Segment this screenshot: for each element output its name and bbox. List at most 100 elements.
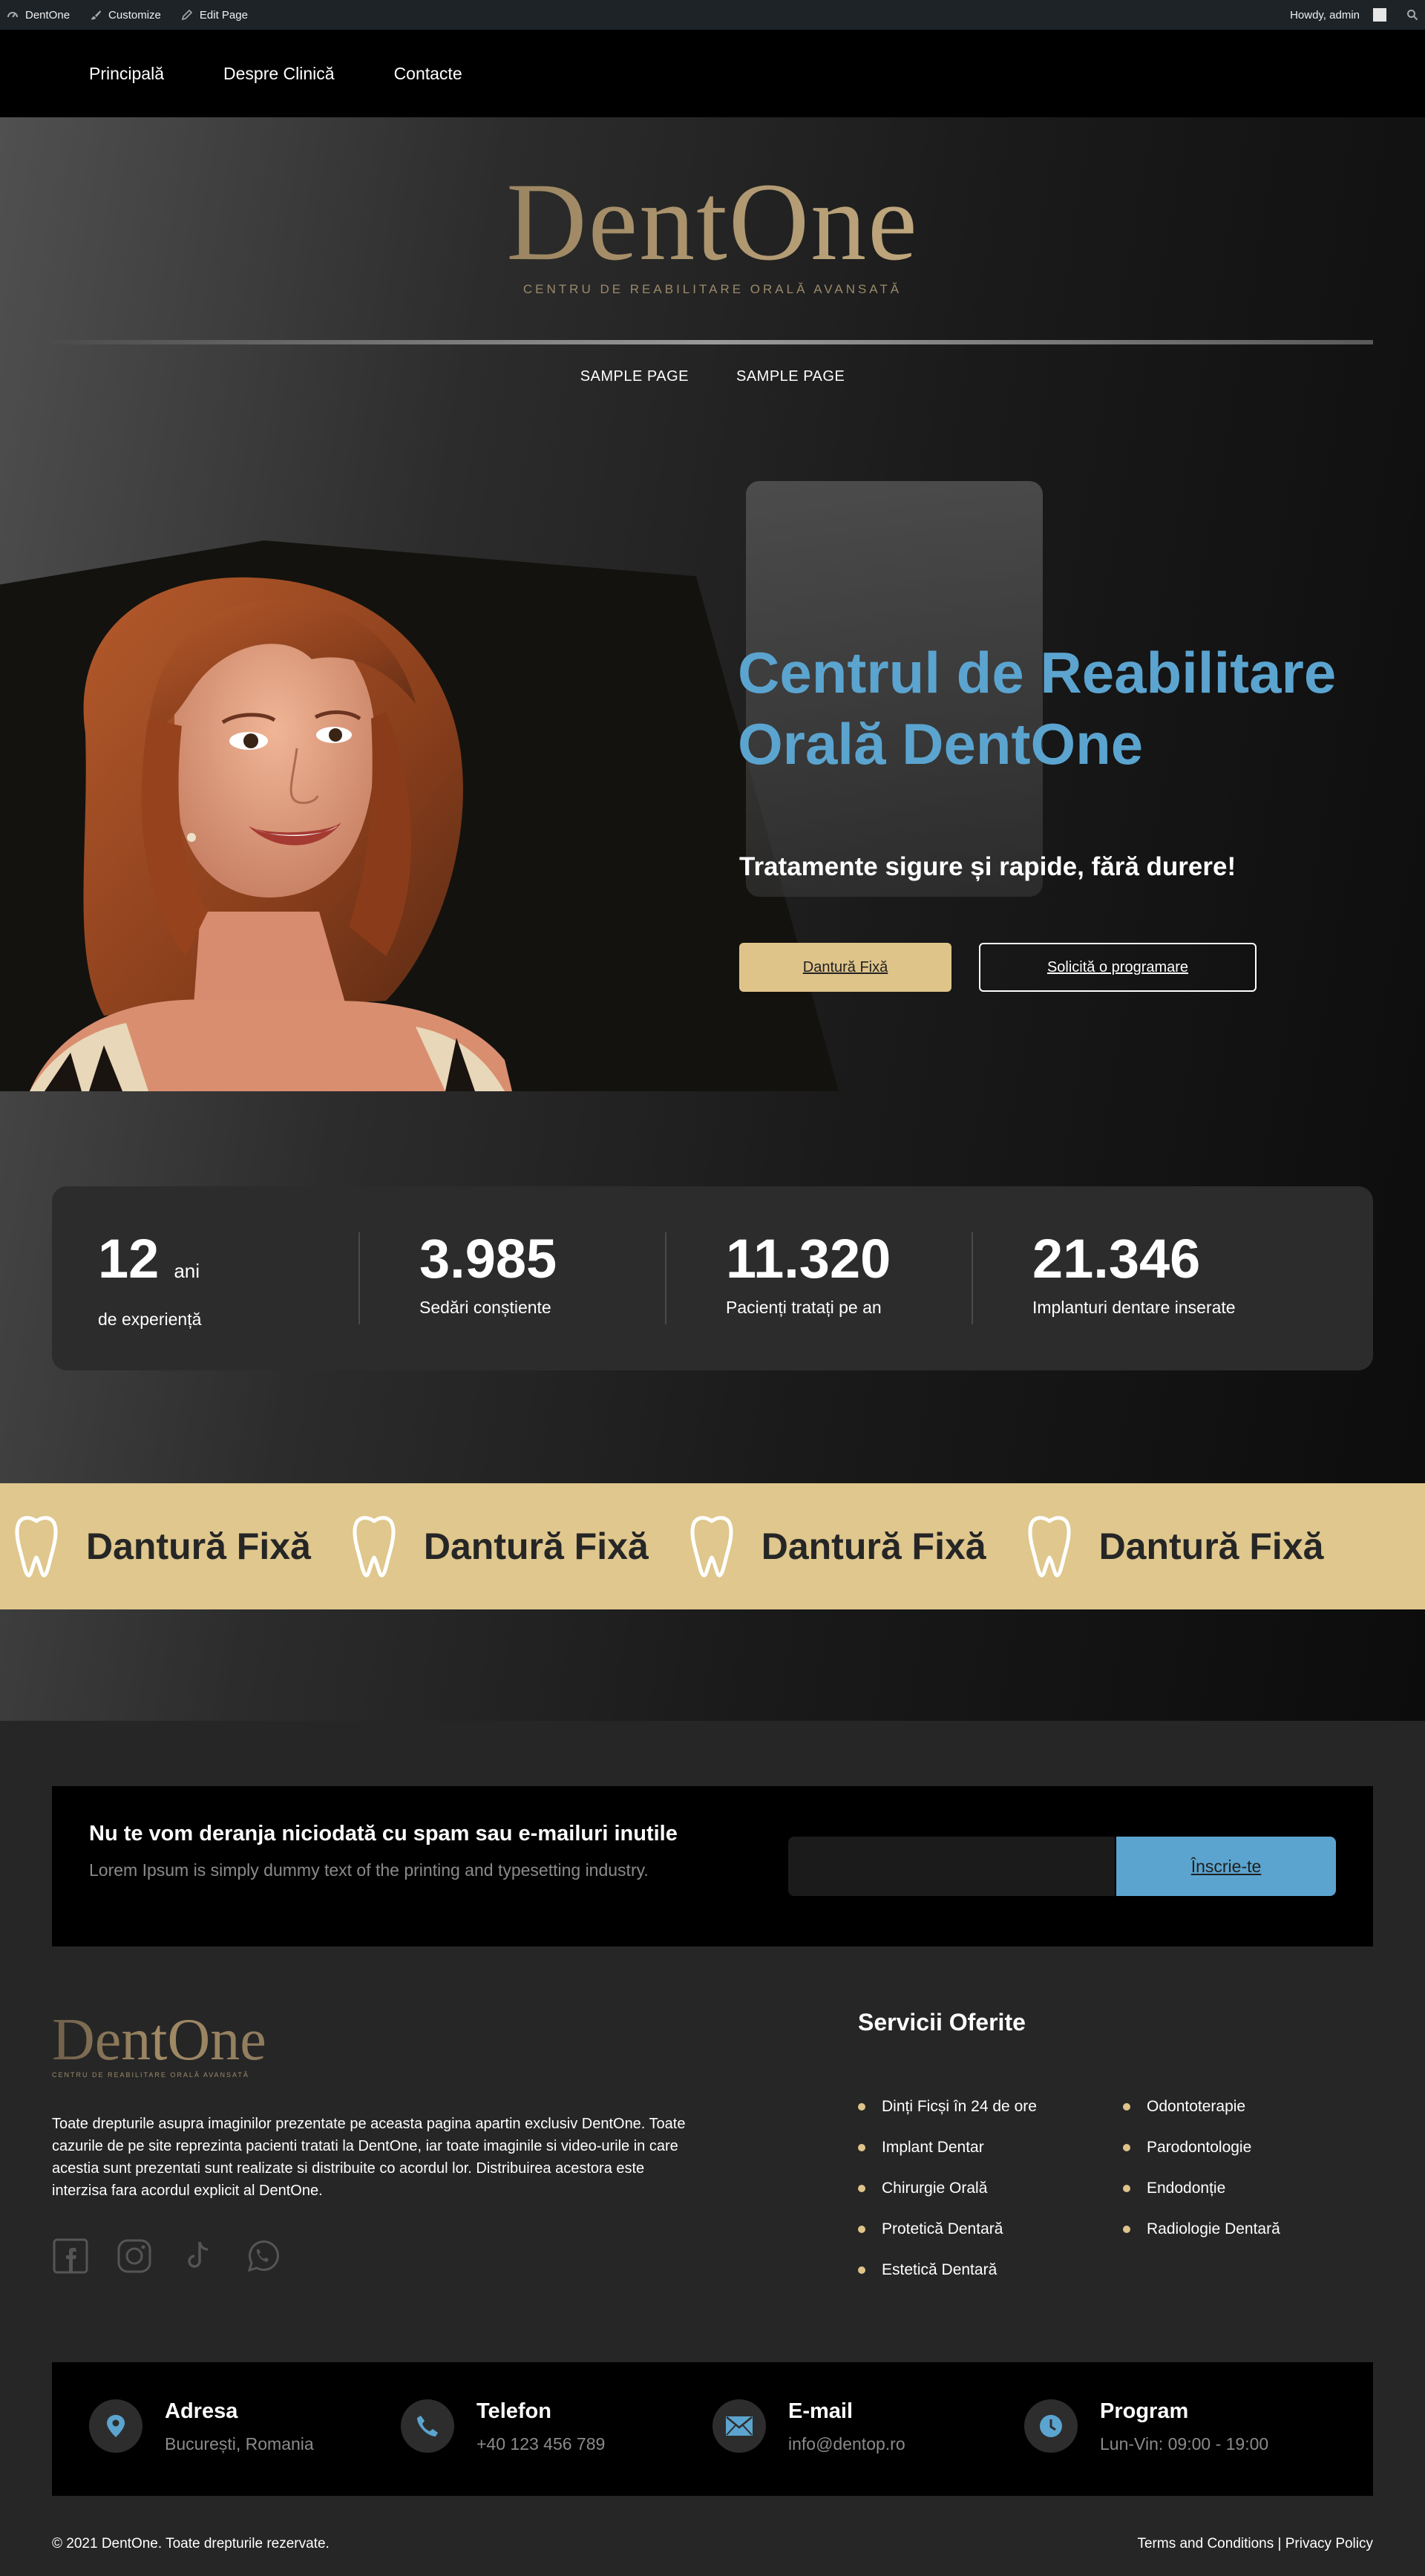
admin-site-link[interactable]: DentOne xyxy=(6,8,70,22)
service-item[interactable]: Implant Dentar xyxy=(858,2127,1037,2168)
whatsapp-icon[interactable] xyxy=(243,2237,281,2275)
legal-separator: | xyxy=(1277,2536,1282,2552)
stat-label: Implanturi dentare inserate xyxy=(1032,1298,1236,1317)
marquee-track: Dantură Fixă Dantură Fixă Dantură Fixă Dant… xyxy=(0,1483,1350,1609)
services-title: Servicii Oferite xyxy=(858,2009,1026,2036)
admin-edit-page-link[interactable]: Edit Page xyxy=(180,8,248,22)
main-navigation: Principală Despre Clinică Contacte xyxy=(0,30,1425,117)
site-logo[interactable]: DentOne CENTRU DE REABILITARE ORALĂ AVAN… xyxy=(0,166,1425,297)
marquee-text: Dantură Fixă xyxy=(423,1526,649,1567)
marquee-item: Dantură Fixă xyxy=(338,1514,675,1578)
footer-copyright-notice: Toate drepturile asupra imaginilor preze… xyxy=(52,2116,686,2199)
stat-sedations: 3.985 Sedări conștiente xyxy=(358,1232,665,1324)
service-item[interactable]: Chirurgie Orală xyxy=(858,2168,1037,2209)
stat-value: 12 xyxy=(98,1228,160,1289)
marquee-text: Dantură Fixă xyxy=(86,1526,311,1567)
stat-implants: 21.346 Implanturi dentare inserate xyxy=(972,1232,1278,1324)
instagram-icon[interactable] xyxy=(116,2237,153,2275)
newsletter-email-input[interactable] xyxy=(788,1837,1115,1896)
facebook-icon[interactable] xyxy=(52,2237,89,2275)
admin-howdy: Howdy, admin xyxy=(1290,8,1360,22)
legal-links: Terms and Conditions | Privacy Policy xyxy=(1137,2536,1373,2552)
contact-value[interactable]: +40 123 456 789 xyxy=(476,2434,605,2454)
solicita-programare-button[interactable]: Solicită o programare xyxy=(979,943,1257,992)
nav-item-contacte[interactable]: Contacte xyxy=(394,64,462,84)
stat-label: de experiență xyxy=(98,1310,202,1329)
hero-section: DentOne CENTRU DE REABILITARE ORALĂ AVAN… xyxy=(0,117,1425,1721)
mail-icon xyxy=(712,2399,766,2453)
service-item[interactable]: Protetică Dentară xyxy=(858,2209,1037,2249)
hero-subtitle: Tratamente sigure și rapide, fără durere… xyxy=(739,852,1236,881)
service-item[interactable]: Radiologie Dentară xyxy=(1123,2209,1280,2249)
contact-title: Adresa xyxy=(165,2399,238,2423)
footer-logo-wordmark: DentOne xyxy=(52,2007,266,2073)
map-pin-icon xyxy=(89,2399,142,2453)
contact-title: Program xyxy=(1100,2399,1189,2423)
contact-address: Adresa București, Romania xyxy=(89,2399,314,2454)
stat-label: Sedări conștiente xyxy=(419,1298,551,1317)
tooth-icon xyxy=(689,1514,735,1578)
service-item[interactable]: Odontoterapie xyxy=(1123,2086,1280,2127)
service-item[interactable]: Dinți Ficși în 24 de ore xyxy=(858,2086,1037,2127)
service-item[interactable]: Parodontologie xyxy=(1123,2127,1280,2168)
subnav-item-sample-page-2[interactable]: SAMPLE PAGE xyxy=(736,368,845,385)
stats-panel: 12 ani de experiență 3.985 Sedări conști… xyxy=(52,1186,1373,1370)
stat-value-row: 12 ani xyxy=(98,1232,358,1298)
contact-email: E-mail info@dentop.ro xyxy=(712,2399,905,2454)
footer-logo[interactable]: DentOne CENTRU DE REABILITARE ORALĂ AVAN… xyxy=(52,2010,266,2079)
logo-wordmark: DentOne xyxy=(0,166,1425,278)
hero-title: Centrul de Reabilitare Orală DentOne xyxy=(738,640,1337,777)
newsletter-text: Lorem Ipsum is simply dummy text of the … xyxy=(89,1860,649,1880)
contact-value: București, Romania xyxy=(165,2434,314,2454)
dantura-fixa-button[interactable]: Dantură Fixă xyxy=(739,943,951,992)
pencil-icon xyxy=(180,8,194,22)
services-marquee: Dantură Fixă Dantură Fixă Dantură Fixă Dant… xyxy=(0,1483,1425,1609)
hero-portrait-image xyxy=(30,577,512,1091)
service-item[interactable]: Estetică Dentară xyxy=(858,2249,1037,2290)
contact-schedule: Program Lun-Vin: 09:00 - 19:00 xyxy=(1024,2399,1268,2454)
marquee-text: Dantură Fixă xyxy=(761,1526,986,1567)
admin-customize-link[interactable]: Customize xyxy=(89,8,161,22)
stat-unit: ani xyxy=(174,1260,200,1282)
stat-experience: 12 ani de experiență xyxy=(52,1232,358,1330)
marquee-text: Dantură Fixă xyxy=(1098,1526,1324,1567)
brush-icon xyxy=(89,8,102,22)
stat-value: 21.346 xyxy=(1032,1228,1201,1289)
nav-item-principala[interactable]: Principală xyxy=(89,64,164,84)
privacy-link[interactable]: Privacy Policy xyxy=(1285,2536,1373,2552)
subnav-item-sample-page-1[interactable]: SAMPLE PAGE xyxy=(580,368,689,385)
admin-site-name: DentOne xyxy=(25,8,71,22)
header-divider xyxy=(52,340,1373,344)
marquee-item: Dantură Fixă xyxy=(0,1514,338,1578)
marquee-item: Dantură Fixă xyxy=(675,1514,1013,1578)
contact-title: E-mail xyxy=(788,2399,854,2423)
search-icon[interactable] xyxy=(1406,8,1419,22)
contact-title: Telefon xyxy=(476,2399,551,2423)
contact-phone: Telefon +40 123 456 789 xyxy=(401,2399,605,2454)
contact-value: Lun-Vin: 09:00 - 19:00 xyxy=(1100,2434,1269,2454)
service-item[interactable]: Endodonție xyxy=(1123,2168,1280,2209)
tooth-icon xyxy=(351,1514,397,1578)
contact-value[interactable]: info@dentop.ro xyxy=(788,2434,905,2454)
phone-icon xyxy=(401,2399,454,2453)
stat-value: 11.320 xyxy=(726,1228,891,1289)
services-list-right: Odontoterapie Parodontologie Endodonție … xyxy=(1123,2086,1280,2249)
newsletter-title: Nu te vom deranja niciodată cu spam sau … xyxy=(89,1822,678,1846)
newsletter-subscribe-button[interactable]: Înscrie-te xyxy=(1116,1837,1336,1896)
stat-label: Pacienți tratați pe an xyxy=(726,1298,882,1317)
nav-item-despre-clinica[interactable]: Despre Clinică xyxy=(223,64,335,84)
newsletter-section: Nu te vom deranja niciodată cu spam sau … xyxy=(52,1786,1373,1946)
secondary-navigation: SAMPLE PAGE SAMPLE PAGE xyxy=(0,368,1425,385)
avatar xyxy=(1373,8,1386,22)
stat-patients: 11.320 Pacienți tratați pe an xyxy=(665,1232,972,1324)
footer-logo-tagline: CENTRU DE REABILITARE ORALĂ AVANSATĂ xyxy=(52,2071,249,2079)
tiktok-icon[interactable] xyxy=(180,2237,217,2275)
social-links xyxy=(52,2237,281,2275)
admin-edit-page-label: Edit Page xyxy=(199,8,248,22)
admin-account-menu[interactable]: Howdy, admin xyxy=(1290,8,1386,22)
contact-bar: Adresa București, Romania Telefon +40 12… xyxy=(52,2362,1373,2496)
tooth-icon xyxy=(1026,1514,1072,1578)
services-list-left: Dinți Ficși în 24 de ore Implant Dentar … xyxy=(858,2086,1037,2290)
stat-value: 3.985 xyxy=(419,1228,557,1289)
terms-link[interactable]: Terms and Conditions xyxy=(1137,2536,1274,2552)
